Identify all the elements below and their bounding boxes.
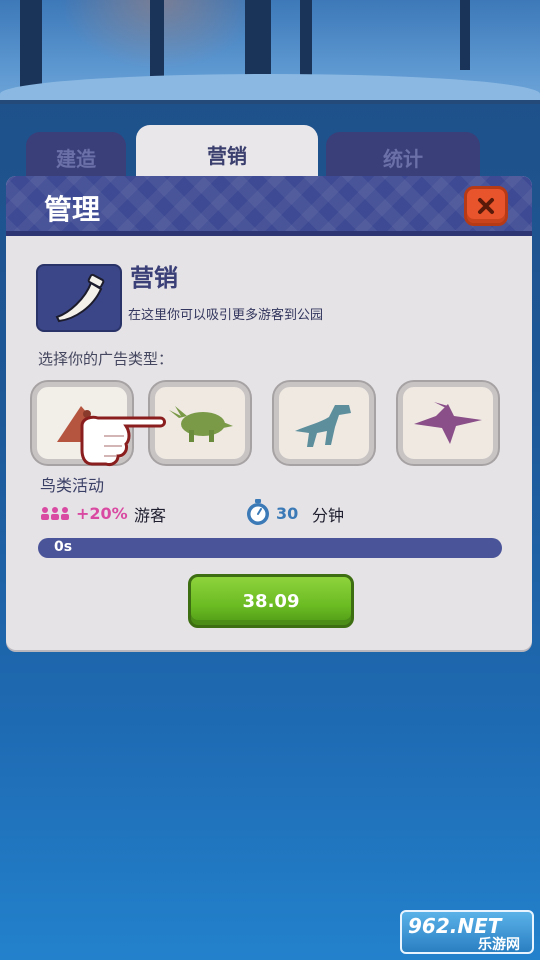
panel-header: 管理 [6,176,532,236]
stopwatch-icon [247,499,269,525]
selected-ad-name: 鸟类活动 [40,476,105,495]
site-watermark-logo: 962.NET 乐游网 [400,910,534,954]
duration-value: 30 [276,504,299,523]
pterodactyl-icon [414,402,482,444]
management-panel: 管理 营销 在这里你可以吸引更多游客到公园 选择你的广告类型： 鸟类活动 +20… [6,176,532,650]
ad-card-raptor[interactable] [274,382,374,464]
visitors-bonus: +20% [76,504,128,523]
progress-text: 0s [54,539,73,555]
pointing-hand-icon [80,415,166,466]
section-title: 营销 [130,264,178,292]
panel-title: 管理 [44,193,101,226]
close-x-icon [478,198,494,214]
section-description: 在这里你可以吸引更多游客到公园 [128,308,324,323]
tab-marketing[interactable]: 营销 [136,125,318,183]
campaign-progress-bar: 0s [38,538,502,558]
ad-type-label: 选择你的广告类型： [38,350,174,368]
visitors-icon [41,507,69,520]
tab-statistics-label: 统计 [383,146,423,171]
start-campaign-price: 38.09 [242,590,300,612]
ad-card-pterodactyl[interactable] [398,382,498,464]
background-scene [0,0,540,104]
triceratops-icon [169,406,233,442]
tab-statistics[interactable]: 统计 [326,132,480,182]
visitors-label: 游客 [134,506,167,525]
marketing-card-icon [36,264,122,332]
tab-marketing-label: 营销 [207,143,247,168]
horn-icon [55,273,105,323]
tab-build-label: 建造 [56,146,96,171]
watermark-bottom-text: 乐游网 [478,937,520,953]
tab-build[interactable]: 建造 [26,132,126,182]
close-button[interactable] [464,186,508,226]
duration-unit: 分钟 [312,506,345,525]
start-campaign-button[interactable]: 38.09 [188,574,354,628]
raptor-icon [295,405,351,447]
